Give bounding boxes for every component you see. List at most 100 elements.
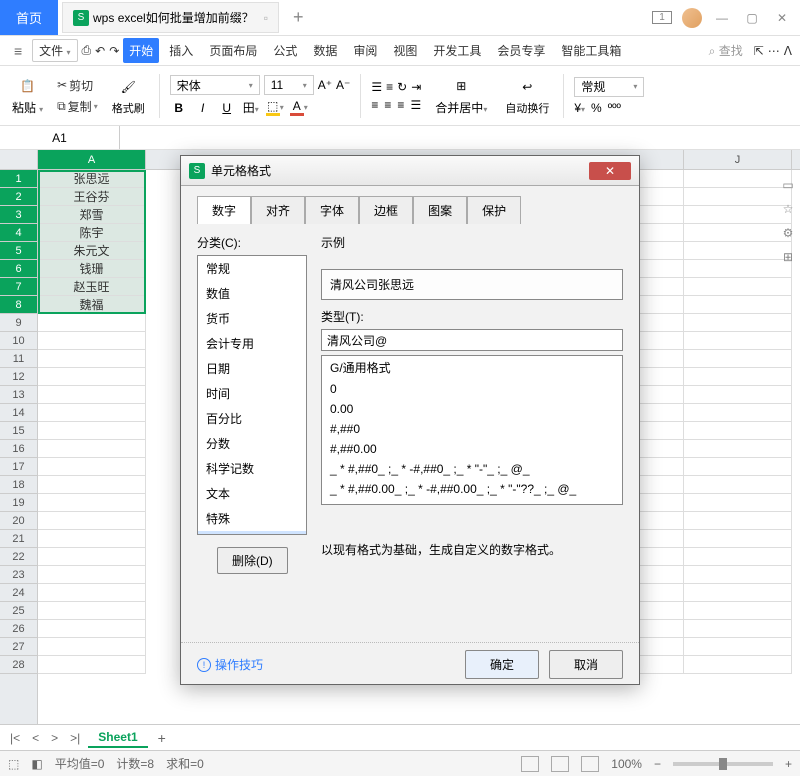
merge-button[interactable]: ⊞ 合并居中▾: [431, 70, 491, 121]
category-item[interactable]: 货币: [198, 306, 306, 331]
align-right-icon[interactable]: ≡: [397, 98, 404, 112]
sidebar-toolbox-icon[interactable]: ⊞: [780, 250, 796, 266]
cell[interactable]: [38, 494, 146, 512]
cell[interactable]: [684, 440, 792, 458]
window-maximize-icon[interactable]: ▢: [742, 11, 762, 25]
cell[interactable]: 郑雪: [38, 206, 146, 224]
cell[interactable]: [38, 440, 146, 458]
cell[interactable]: [684, 494, 792, 512]
wrap-text-button[interactable]: ↩ 自动换行: [501, 70, 553, 121]
row-header[interactable]: 27: [0, 638, 37, 656]
increase-font-icon[interactable]: A⁺: [318, 78, 332, 92]
percent-icon[interactable]: %: [591, 101, 602, 115]
cell[interactable]: [684, 332, 792, 350]
format-item[interactable]: _ * #,##0_ ;_ * -#,##0_ ;_ * "-"_ ;_ @_: [322, 459, 622, 479]
category-item[interactable]: 时间: [198, 381, 306, 406]
row-header[interactable]: 14: [0, 404, 37, 422]
menu-review[interactable]: 审阅: [347, 38, 383, 63]
menu-devtools[interactable]: 开发工具: [427, 38, 487, 63]
cell[interactable]: [684, 422, 792, 440]
window-minimize-icon[interactable]: —: [712, 11, 732, 25]
cell[interactable]: [684, 458, 792, 476]
dialog-tab[interactable]: 边框: [359, 196, 413, 224]
row-header[interactable]: 25: [0, 602, 37, 620]
save-icon[interactable]: ⎙: [82, 43, 92, 58]
cell[interactable]: [684, 476, 792, 494]
sidebar-select-icon[interactable]: ▭: [780, 178, 796, 194]
row-header[interactable]: 16: [0, 440, 37, 458]
dialog-titlebar[interactable]: S 单元格格式 ✕: [181, 156, 639, 186]
row-header[interactable]: 2: [0, 188, 37, 206]
format-item[interactable]: 0: [322, 379, 622, 399]
cell[interactable]: [38, 332, 146, 350]
cell[interactable]: [38, 584, 146, 602]
category-item[interactable]: 文本: [198, 481, 306, 506]
dialog-close-button[interactable]: ✕: [589, 162, 631, 180]
cell[interactable]: [684, 350, 792, 368]
format-item[interactable]: 0.00: [322, 399, 622, 419]
row-header[interactable]: 13: [0, 386, 37, 404]
category-item[interactable]: 百分比: [198, 406, 306, 431]
menu-formula[interactable]: 公式: [267, 38, 303, 63]
view-normal-icon[interactable]: [521, 756, 539, 772]
row-header[interactable]: 21: [0, 530, 37, 548]
format-item[interactable]: #,##0.00: [322, 439, 622, 459]
dialog-tab[interactable]: 对齐: [251, 196, 305, 224]
status-chart-icon[interactable]: ◧: [31, 757, 42, 771]
sheet-nav-next-icon[interactable]: >: [47, 729, 62, 747]
row-header[interactable]: 10: [0, 332, 37, 350]
cell[interactable]: [38, 404, 146, 422]
menu-file[interactable]: 文件 ▾: [32, 39, 77, 62]
window-close-icon[interactable]: ✕: [772, 11, 792, 25]
cell[interactable]: [684, 566, 792, 584]
new-tab-button[interactable]: +: [279, 1, 318, 34]
cell[interactable]: [684, 386, 792, 404]
row-header[interactable]: 18: [0, 476, 37, 494]
category-item[interactable]: 分数: [198, 431, 306, 456]
cell[interactable]: 朱元文: [38, 242, 146, 260]
wrap-icon[interactable]: ⇥: [411, 80, 421, 94]
category-list[interactable]: 常规数值货币会计专用日期时间百分比分数科学记数文本特殊自定义: [197, 255, 307, 535]
zoom-level[interactable]: 100%: [611, 757, 642, 771]
cell[interactable]: 钱珊: [38, 260, 146, 278]
cell[interactable]: [684, 512, 792, 530]
redo-icon[interactable]: ↷: [109, 44, 119, 58]
menu-smart-toolbox[interactable]: 智能工具箱: [555, 38, 627, 63]
name-box[interactable]: A1: [0, 126, 120, 149]
format-list[interactable]: G/通用格式00.00#,##0#,##0.00_ * #,##0_ ;_ * …: [321, 355, 623, 505]
dialog-tab[interactable]: 字体: [305, 196, 359, 224]
cell[interactable]: [684, 404, 792, 422]
sheet-nav-last-icon[interactable]: >|: [66, 729, 84, 747]
cell[interactable]: [684, 368, 792, 386]
column-header[interactable]: J: [684, 150, 792, 169]
row-header[interactable]: 4: [0, 224, 37, 242]
category-item[interactable]: 日期: [198, 356, 306, 381]
align-center-icon[interactable]: ≡: [384, 98, 391, 112]
font-select[interactable]: 宋体▾: [170, 75, 260, 95]
row-header[interactable]: 8: [0, 296, 37, 314]
sidebar-gear-icon[interactable]: ⚙: [780, 226, 796, 242]
cell[interactable]: 陈宇: [38, 224, 146, 242]
currency-icon[interactable]: ¥▾: [574, 101, 585, 115]
cell[interactable]: [38, 422, 146, 440]
cell[interactable]: [684, 548, 792, 566]
cell[interactable]: [38, 566, 146, 584]
cell[interactable]: [38, 620, 146, 638]
cell[interactable]: [684, 530, 792, 548]
sheet-nav-prev-icon[interactable]: <: [28, 729, 43, 747]
row-header[interactable]: 22: [0, 548, 37, 566]
font-size-select[interactable]: 11▾: [264, 75, 314, 95]
format-item[interactable]: G/通用格式: [322, 356, 622, 379]
menu-view[interactable]: 视图: [387, 38, 423, 63]
cell[interactable]: [38, 314, 146, 332]
dialog-tab[interactable]: 保护: [467, 196, 521, 224]
status-mode-icon[interactable]: ⬚: [8, 757, 19, 771]
cell[interactable]: [38, 548, 146, 566]
format-item[interactable]: _ * #,##0.00_ ;_ * -#,##0.00_ ;_ * "-"??…: [322, 479, 622, 499]
settings-overflow-icon[interactable]: ⋯: [768, 44, 780, 58]
underline-button[interactable]: U: [218, 101, 236, 115]
sidebar-bookmark-icon[interactable]: ☆: [780, 202, 796, 218]
category-item[interactable]: 会计专用: [198, 331, 306, 356]
cell[interactable]: [684, 314, 792, 332]
cell[interactable]: [38, 350, 146, 368]
